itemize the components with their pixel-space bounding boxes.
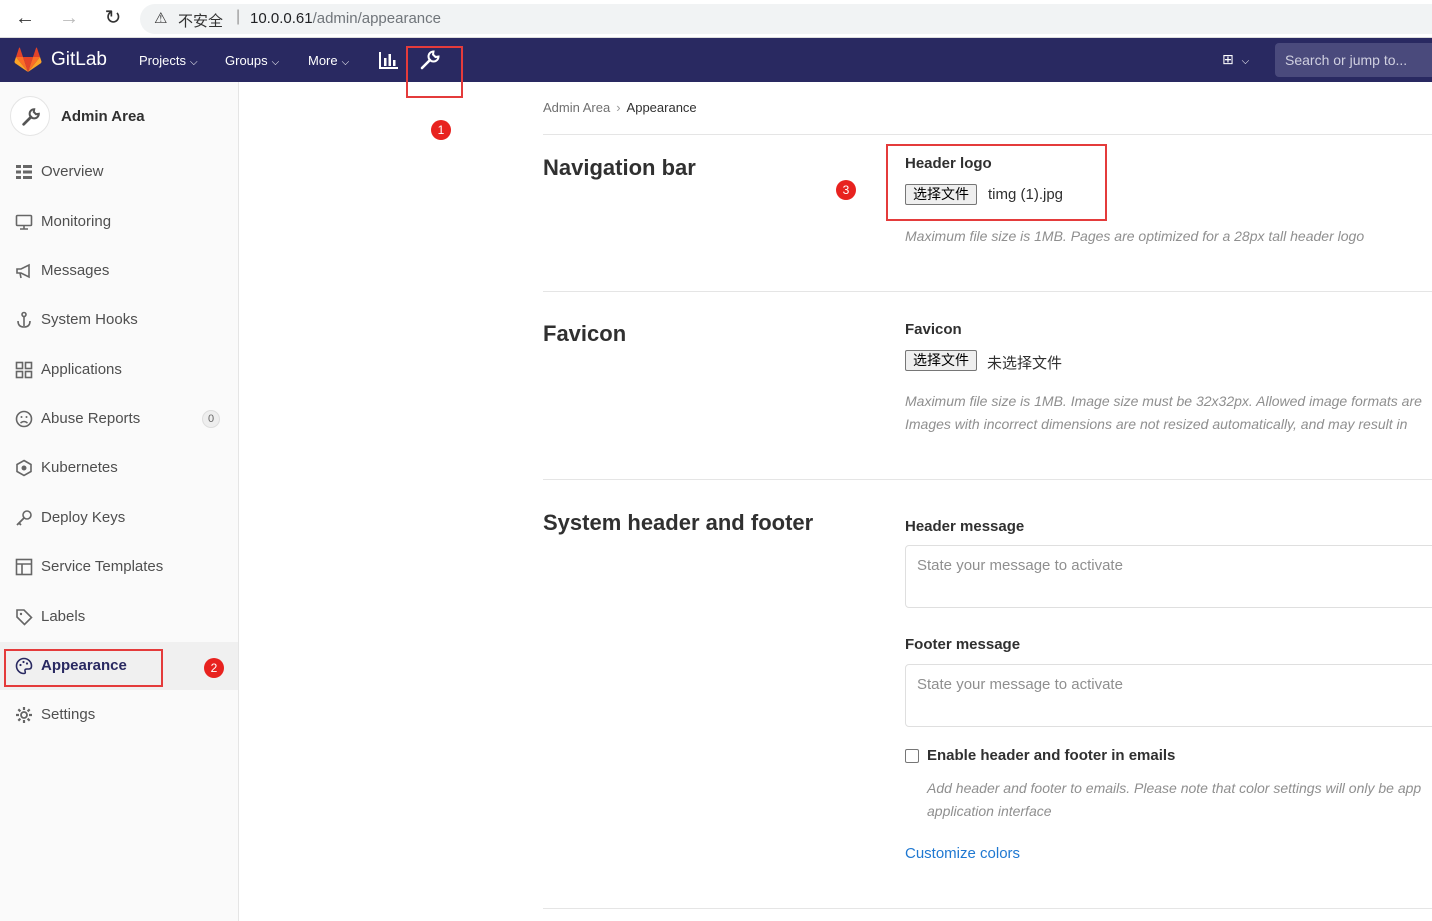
highlight-box-header-logo: [886, 144, 1107, 221]
sidebar-item-abuse-reports[interactable]: Abuse Reports 0: [0, 395, 238, 443]
sidebar-item-deploy-keys[interactable]: Deploy Keys: [0, 494, 238, 542]
divider: [543, 908, 1432, 909]
sidebar-item-label: Overview: [41, 163, 104, 180]
header-message-input[interactable]: State your message to activate: [905, 545, 1432, 608]
favicon-help-line1: Maximum file size is 1MB. Image size mus…: [905, 393, 1422, 409]
megaphone-icon: [15, 262, 33, 280]
divider: [543, 134, 1432, 135]
template-icon: [15, 558, 33, 576]
count-badge: 0: [202, 410, 220, 428]
annotation-marker-1: 1: [431, 120, 451, 140]
top-navbar: GitLab Projects ⌵ Groups ⌵ More ⌵ ⊞ ⌵ Searc…: [0, 38, 1432, 82]
chevron-down-icon: ⌵: [1241, 56, 1250, 67]
sidebar-item-applications[interactable]: Applications: [0, 346, 238, 394]
email-header-footer-help-line2: application interface: [927, 803, 1052, 819]
insecure-label: 不安全: [178, 13, 224, 30]
menu-groups-label: Groups: [225, 53, 268, 68]
chevron-down-icon: ⌵: [189, 57, 198, 68]
plus-square-icon: ⊞: [1222, 51, 1234, 67]
address-bar[interactable]: ⚠ 不安全 | 10.0.0.61/admin/appearance: [140, 4, 1432, 34]
sidebar-item-settings[interactable]: Settings: [0, 691, 238, 739]
warning-icon: ⚠: [154, 10, 168, 27]
annotation-marker-2: 2: [204, 658, 224, 678]
face-icon: [15, 410, 33, 428]
favicon-file-name: 未选择文件: [987, 355, 1063, 372]
new-dropdown[interactable]: ⊞ ⌵: [1222, 51, 1249, 68]
chevron-down-icon: ⌵: [271, 57, 280, 68]
url-text: 10.0.0.61/admin/appearance: [250, 10, 441, 27]
sidebar-item-labels[interactable]: Labels: [0, 593, 238, 641]
cloud-icon: [15, 459, 33, 477]
overview-icon: [15, 163, 33, 181]
sidebar-item-label: Kubernetes: [41, 459, 118, 476]
favicon-help-line2: Images with incorrect dimensions are not…: [905, 416, 1408, 432]
sidebar-item-overview[interactable]: Overview: [0, 148, 238, 196]
admin-avatar: [10, 96, 50, 136]
sidebar-item-system-hooks[interactable]: System Hooks: [0, 296, 238, 344]
section-title-navigation-bar: Navigation bar: [543, 155, 696, 180]
section-title-system-header-footer: System header and footer: [543, 510, 814, 535]
customize-colors-link[interactable]: Customize colors: [905, 845, 1020, 862]
highlight-box-wrench: [406, 46, 463, 98]
sidebar-item-label: Settings: [41, 706, 96, 723]
sidebar-title: Admin Area: [61, 108, 145, 125]
footer-message-label: Footer message: [905, 636, 1021, 653]
divider: [543, 479, 1432, 480]
brand-name[interactable]: GitLab: [51, 49, 107, 71]
key-icon: [15, 509, 33, 527]
reload-icon[interactable]: ↻: [100, 6, 126, 32]
label-icon: [15, 608, 33, 626]
grid-icon: [15, 361, 33, 379]
back-icon[interactable]: ←: [12, 6, 38, 32]
sidebar-item-label: Monitoring: [41, 213, 112, 230]
activity-chart-icon[interactable]: [377, 48, 401, 72]
annotation-marker-3: 3: [836, 180, 856, 200]
sidebar-item-label: Service Templates: [41, 558, 164, 575]
section-title-favicon: Favicon: [543, 321, 627, 346]
menu-projects-label: Projects: [139, 53, 186, 68]
sidebar-item-label: System Hooks: [41, 311, 138, 328]
monitor-icon: [15, 213, 33, 231]
email-header-footer-label[interactable]: Enable header and footer in emails: [927, 747, 1175, 764]
browser-toolbar: ← → ↻ ⚠ 不安全 | 10.0.0.61/admin/appearance: [0, 0, 1432, 38]
footer-message-input[interactable]: State your message to activate: [905, 664, 1432, 727]
gitlab-logo-icon[interactable]: [14, 46, 42, 74]
sidebar-item-label: Applications: [41, 361, 122, 378]
menu-groups[interactable]: Groups ⌵: [225, 53, 279, 68]
wrench-icon: [22, 108, 40, 126]
header-message-label: Header message: [905, 518, 1025, 535]
sidebar-item-label: Labels: [41, 608, 86, 625]
sidebar-item-service-templates[interactable]: Service Templates: [0, 543, 238, 591]
header-logo-help: Maximum file size is 1MB. Pages are opti…: [905, 228, 1365, 244]
admin-sidebar: Admin Area Overview Monitoring Messages Sys…: [0, 82, 239, 921]
forward-icon[interactable]: →: [56, 6, 82, 32]
highlight-box-appearance: [4, 649, 163, 687]
menu-projects[interactable]: Projects ⌵: [139, 53, 198, 68]
url-host: 10.0.0.61: [250, 10, 313, 27]
sidebar-header[interactable]: Admin Area: [10, 96, 230, 136]
gear-icon: [15, 706, 33, 724]
breadcrumb-parent[interactable]: Admin Area: [543, 100, 610, 115]
favicon-file-button[interactable]: 选择文件: [905, 350, 977, 371]
sidebar-item-kubernetes[interactable]: Kubernetes: [0, 444, 238, 492]
menu-more-label: More: [308, 53, 338, 68]
chevron-down-icon: ⌵: [341, 57, 350, 68]
email-header-footer-help-line1: Add header and footer to emails. Please …: [927, 780, 1422, 796]
search-input[interactable]: Search or jump to...: [1275, 43, 1432, 77]
url-separator: |: [236, 8, 241, 25]
url-path: /admin/appearance: [312, 10, 441, 27]
email-header-footer-checkbox[interactable]: [905, 749, 919, 763]
sidebar-item-label: Abuse Reports: [41, 410, 141, 427]
sidebar-item-label: Messages: [41, 262, 110, 279]
sidebar-item-messages[interactable]: Messages: [0, 247, 238, 295]
chevron-right-icon: ›: [616, 100, 621, 115]
breadcrumb-current: Appearance: [626, 100, 697, 115]
hook-icon: [15, 311, 33, 329]
menu-more[interactable]: More ⌵: [308, 53, 349, 68]
divider: [543, 291, 1432, 292]
sidebar-item-label: Deploy Keys: [41, 509, 126, 526]
favicon-label: Favicon: [905, 321, 962, 338]
sidebar-item-monitoring[interactable]: Monitoring: [0, 198, 238, 246]
breadcrumb: Admin Area › Appearance: [543, 100, 697, 115]
